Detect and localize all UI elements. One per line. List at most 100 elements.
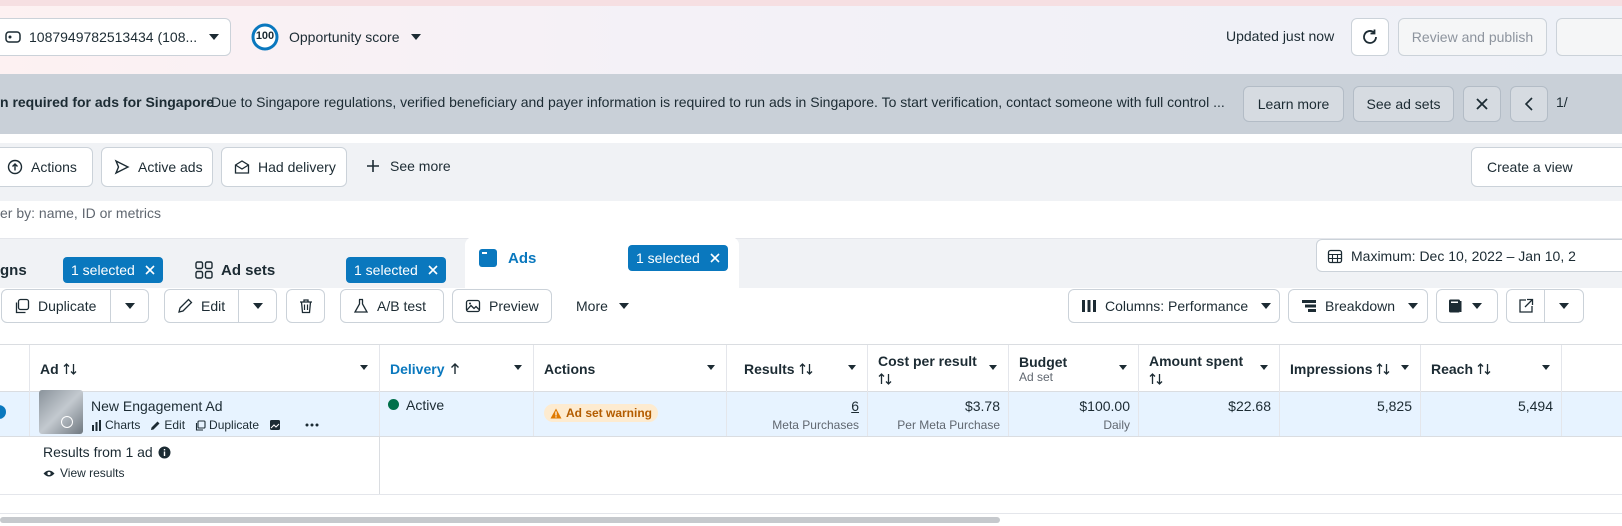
see-more-label: See more xyxy=(390,158,451,174)
summary-title: Results from 1 ad xyxy=(43,444,153,460)
ad-set-warning-badge[interactable]: Ad set warning xyxy=(544,404,659,422)
tab-ads[interactable]: Ads 1 selected xyxy=(465,237,739,288)
see-ad-sets-button[interactable]: See ad sets xyxy=(1353,86,1454,122)
export-dropdown[interactable] xyxy=(1544,289,1584,323)
trash-icon xyxy=(298,298,314,314)
ad-quick-links: Charts Edit Duplicate xyxy=(91,418,319,432)
view-results-label: View results xyxy=(60,466,125,480)
table-row[interactable]: New Engagement Ad Charts Edit Duplicate xyxy=(0,390,1622,437)
close-icon xyxy=(1475,97,1489,111)
column-header-impressions[interactable]: Impressions xyxy=(1280,345,1421,392)
reports-button[interactable] xyxy=(1436,289,1498,323)
breakdown-selector[interactable]: Breakdown xyxy=(1288,289,1428,323)
edit-dropdown[interactable] xyxy=(238,289,277,323)
chevron-down-icon xyxy=(1118,364,1128,371)
more-menu[interactable]: More xyxy=(576,298,630,314)
chevron-down-icon xyxy=(1400,364,1410,371)
create-view-button[interactable]: Create a view xyxy=(1471,147,1622,187)
opportunity-score[interactable]: 100 Opportunity score xyxy=(251,23,422,51)
previous-notice-button[interactable] xyxy=(1510,86,1548,122)
preview-button[interactable]: Preview xyxy=(452,289,552,323)
sort-icon xyxy=(1149,372,1163,385)
ab-test-button[interactable]: A/B test xyxy=(340,289,444,323)
duplicate-dropdown[interactable] xyxy=(110,289,149,323)
edit-button[interactable]: Edit xyxy=(164,289,239,323)
edit-link[interactable]: Edit xyxy=(150,418,185,432)
review-publish-button[interactable]: Review and publish xyxy=(1398,18,1547,56)
column-header-budget[interactable]: Budget Ad set xyxy=(1009,345,1139,392)
filter-had-delivery[interactable]: Had delivery xyxy=(221,147,347,187)
tab-ads-label: Ads xyxy=(508,250,537,267)
impressions-value: 5,825 xyxy=(1376,398,1412,414)
chevron-down-icon xyxy=(1259,364,1269,371)
refresh-icon xyxy=(1361,28,1379,46)
arrow-up-circle-icon xyxy=(7,159,23,175)
column-header-delivery-label: Delivery xyxy=(390,360,445,377)
filter-active-ads[interactable]: Active ads xyxy=(101,147,213,187)
publish-split-button[interactable] xyxy=(1556,18,1622,56)
score-label: Opportunity score xyxy=(289,29,400,45)
dismiss-banner-button[interactable] xyxy=(1463,86,1501,122)
duplicate-label: Duplicate xyxy=(38,298,97,314)
column-header-reach[interactable]: Reach xyxy=(1421,345,1562,392)
score-value: 100 xyxy=(255,30,275,42)
horizontal-scrollbar[interactable] xyxy=(0,513,1622,526)
columns-selector[interactable]: Columns: Performance xyxy=(1068,289,1280,323)
results-value[interactable]: 6 xyxy=(851,398,859,414)
calendar-icon xyxy=(1327,248,1343,264)
column-header-actions[interactable]: Actions xyxy=(534,345,727,392)
learn-more-button[interactable]: Learn more xyxy=(1243,86,1344,122)
eye-icon xyxy=(43,469,55,478)
date-range-picker[interactable]: Maximum: Dec 10, 2022 – Jan 10, 2 xyxy=(1316,239,1622,272)
row-toggle[interactable] xyxy=(0,405,6,419)
column-header-delivery[interactable]: Delivery xyxy=(380,345,534,392)
chevron-down-icon xyxy=(1471,302,1483,310)
close-icon[interactable] xyxy=(428,265,438,275)
sort-icon xyxy=(1376,362,1390,375)
ab-test-label: A/B test xyxy=(377,298,427,314)
scrollbar-thumb[interactable] xyxy=(0,517,1000,523)
image-icon[interactable] xyxy=(269,419,281,431)
column-select-all[interactable] xyxy=(0,345,30,392)
info-icon[interactable] xyxy=(158,446,171,459)
more-options-icon[interactable] xyxy=(305,423,319,427)
budget-cell: $100.00 Daily xyxy=(1009,392,1139,436)
column-header-cost-per-result[interactable]: Cost per result xyxy=(868,345,1009,392)
campaigns-selected-chip[interactable]: 1 selected xyxy=(63,257,163,283)
delete-button[interactable] xyxy=(286,289,325,323)
preview-label: Preview xyxy=(489,298,539,314)
search-input[interactable]: er by: name, ID or metrics xyxy=(0,205,161,221)
columns-icon xyxy=(1081,299,1097,313)
close-icon[interactable] xyxy=(710,253,720,263)
filter-actions[interactable]: Actions xyxy=(0,147,93,187)
results-type: Meta Purchases xyxy=(772,418,859,432)
campaigns-chip-label: 1 selected xyxy=(71,262,135,278)
chevron-down-icon xyxy=(359,364,369,371)
column-header-results[interactable]: Results xyxy=(727,345,868,392)
view-results-link[interactable]: View results xyxy=(43,466,124,480)
duplicate-icon xyxy=(14,298,30,314)
column-header-ad[interactable]: Ad xyxy=(30,345,380,392)
close-icon[interactable] xyxy=(145,265,155,275)
column-header-actions-label: Actions xyxy=(544,360,596,377)
charts-link[interactable]: Charts xyxy=(91,418,140,432)
ad-name[interactable]: New Engagement Ad xyxy=(91,398,223,414)
see-more-filters[interactable]: See more xyxy=(366,158,451,174)
account-id: 1087949782513434 (108... xyxy=(29,29,198,45)
tab-ad-sets[interactable]: Ad sets 1 selected xyxy=(183,249,457,288)
bar-chart-icon xyxy=(91,419,102,431)
duplicate-link[interactable]: Duplicate xyxy=(195,418,259,432)
duplicate-button[interactable]: Duplicate xyxy=(1,289,111,323)
ad-sets-selected-chip[interactable]: 1 selected xyxy=(346,257,446,283)
ads-selected-chip[interactable]: 1 selected xyxy=(628,245,728,271)
chevron-down-icon xyxy=(208,33,220,41)
ad-thumbnail[interactable] xyxy=(39,390,83,434)
pencil-icon xyxy=(150,420,161,431)
refresh-button[interactable] xyxy=(1351,18,1389,56)
tab-campaigns[interactable]: gns 1 selected xyxy=(0,249,173,288)
account-selector[interactable]: 1087949782513434 (108... xyxy=(0,18,231,56)
export-button[interactable] xyxy=(1506,289,1545,323)
column-header-amount-spent[interactable]: Amount spent xyxy=(1139,345,1280,392)
ad-icon xyxy=(478,248,498,268)
breakdown-icon xyxy=(1301,299,1317,313)
